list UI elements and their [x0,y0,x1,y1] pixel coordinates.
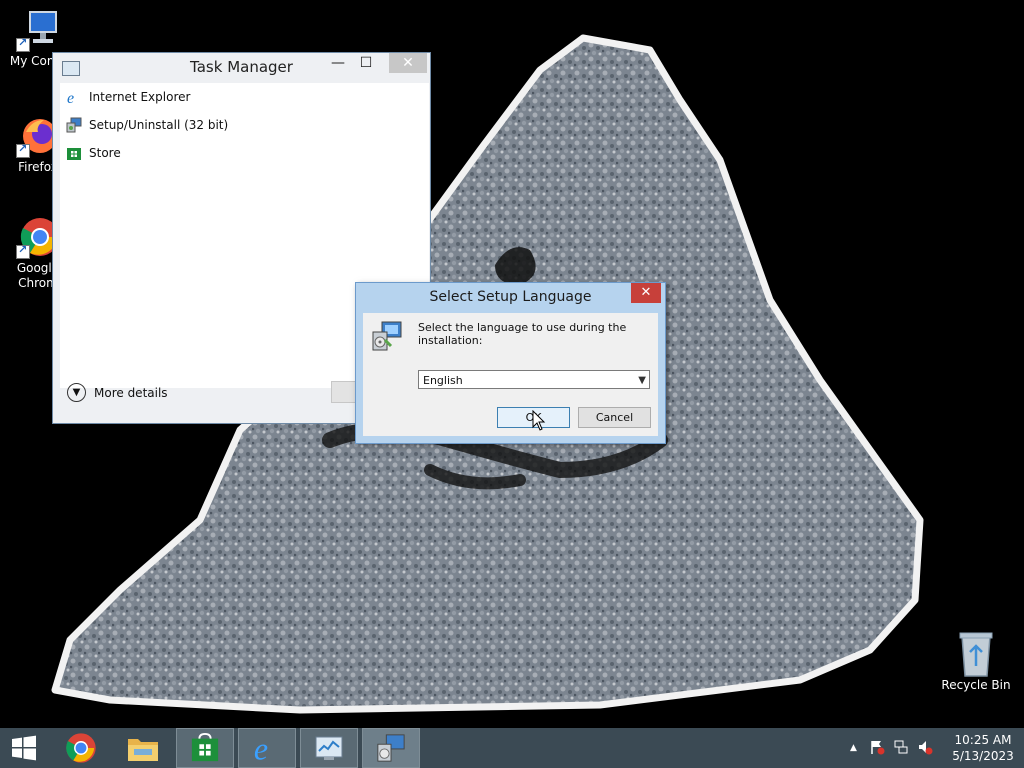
desktop-icon-label: Recycle Bin [941,678,1011,692]
cancel-button[interactable]: Cancel [578,407,651,428]
setup-icon [371,320,403,352]
taskbar-file-explorer[interactable] [114,728,172,768]
taskbar-chrome[interactable] [52,728,110,768]
more-details-label: More details [94,385,168,400]
maximize-button[interactable]: ☐ [353,53,379,73]
show-hidden-icons-button[interactable]: ▲ [850,743,857,753]
close-button[interactable]: ✕ [631,283,661,303]
action-center-flag-icon[interactable] [869,739,885,758]
shortcut-arrow-icon [16,36,30,52]
store-icon [66,145,82,161]
setup-icon [377,734,405,762]
my-computer-icon [16,8,60,52]
shortcut-arrow-icon [16,142,30,158]
internet-explorer-icon: e [66,89,82,107]
svg-text:e: e [67,90,74,105]
minimize-button[interactable]: — [325,53,351,73]
chevron-down-icon: ▼ [638,375,646,386]
taskbar-task-manager[interactable] [300,728,358,768]
language-select[interactable]: English ▼ [418,370,650,389]
recycle-bin-icon [956,630,996,678]
clock-date: 5/13/2023 [952,749,1014,763]
taskbar-setup[interactable] [362,728,420,768]
chrome-icon [66,733,96,763]
clock-time: 10:25 AM [954,733,1012,747]
more-details-button[interactable]: ▼ More details [67,383,168,402]
language-selected-value: English [423,374,463,387]
network-icon[interactable] [893,739,909,758]
task-manager-titlebar[interactable]: Task Manager — ☐ ✕ [53,53,430,81]
process-row[interactable]: Setup/Uninstall (32 bit) [60,111,429,139]
task-manager-icon [315,736,343,760]
process-name: Setup/Uninstall (32 bit) [89,118,229,132]
dialog-message: Select the language to use during the in… [418,321,627,347]
dialog-titlebar[interactable]: Select Setup Language ✕ [356,283,665,311]
windows-logo-icon [12,735,36,761]
dialog-title: Select Setup Language [429,289,592,305]
setup-icon [66,117,82,133]
desktop-icon-recycle-bin[interactable]: Recycle Bin [940,630,1012,692]
chevron-down-icon: ▼ [67,383,86,402]
mouse-cursor-icon [532,410,546,431]
process-name: Internet Explorer [89,90,191,104]
dialog-body: Select the language to use during the in… [363,313,658,436]
system-tray: ▲ [850,728,933,768]
start-button[interactable] [0,728,48,768]
taskbar-store[interactable] [176,728,234,768]
taskbar-internet-explorer[interactable]: e [238,728,296,768]
taskbar: e ▲ 10:25 AM 5/13/2023 [0,728,1024,768]
process-row[interactable]: e Internet Explorer [60,83,429,111]
select-language-dialog[interactable]: Select Setup Language ✕ Select the langu… [356,283,665,443]
svg-text:e: e [254,733,268,763]
volume-muted-icon[interactable] [917,739,933,758]
internet-explorer-icon: e [254,733,268,763]
process-name: Store [89,146,121,160]
taskbar-clock[interactable]: 10:25 AM 5/13/2023 [946,732,1020,764]
store-icon [191,733,219,762]
shortcut-arrow-icon [16,243,30,259]
process-row[interactable]: Store [60,139,429,167]
folder-icon [128,739,158,761]
close-button[interactable]: ✕ [389,53,427,73]
